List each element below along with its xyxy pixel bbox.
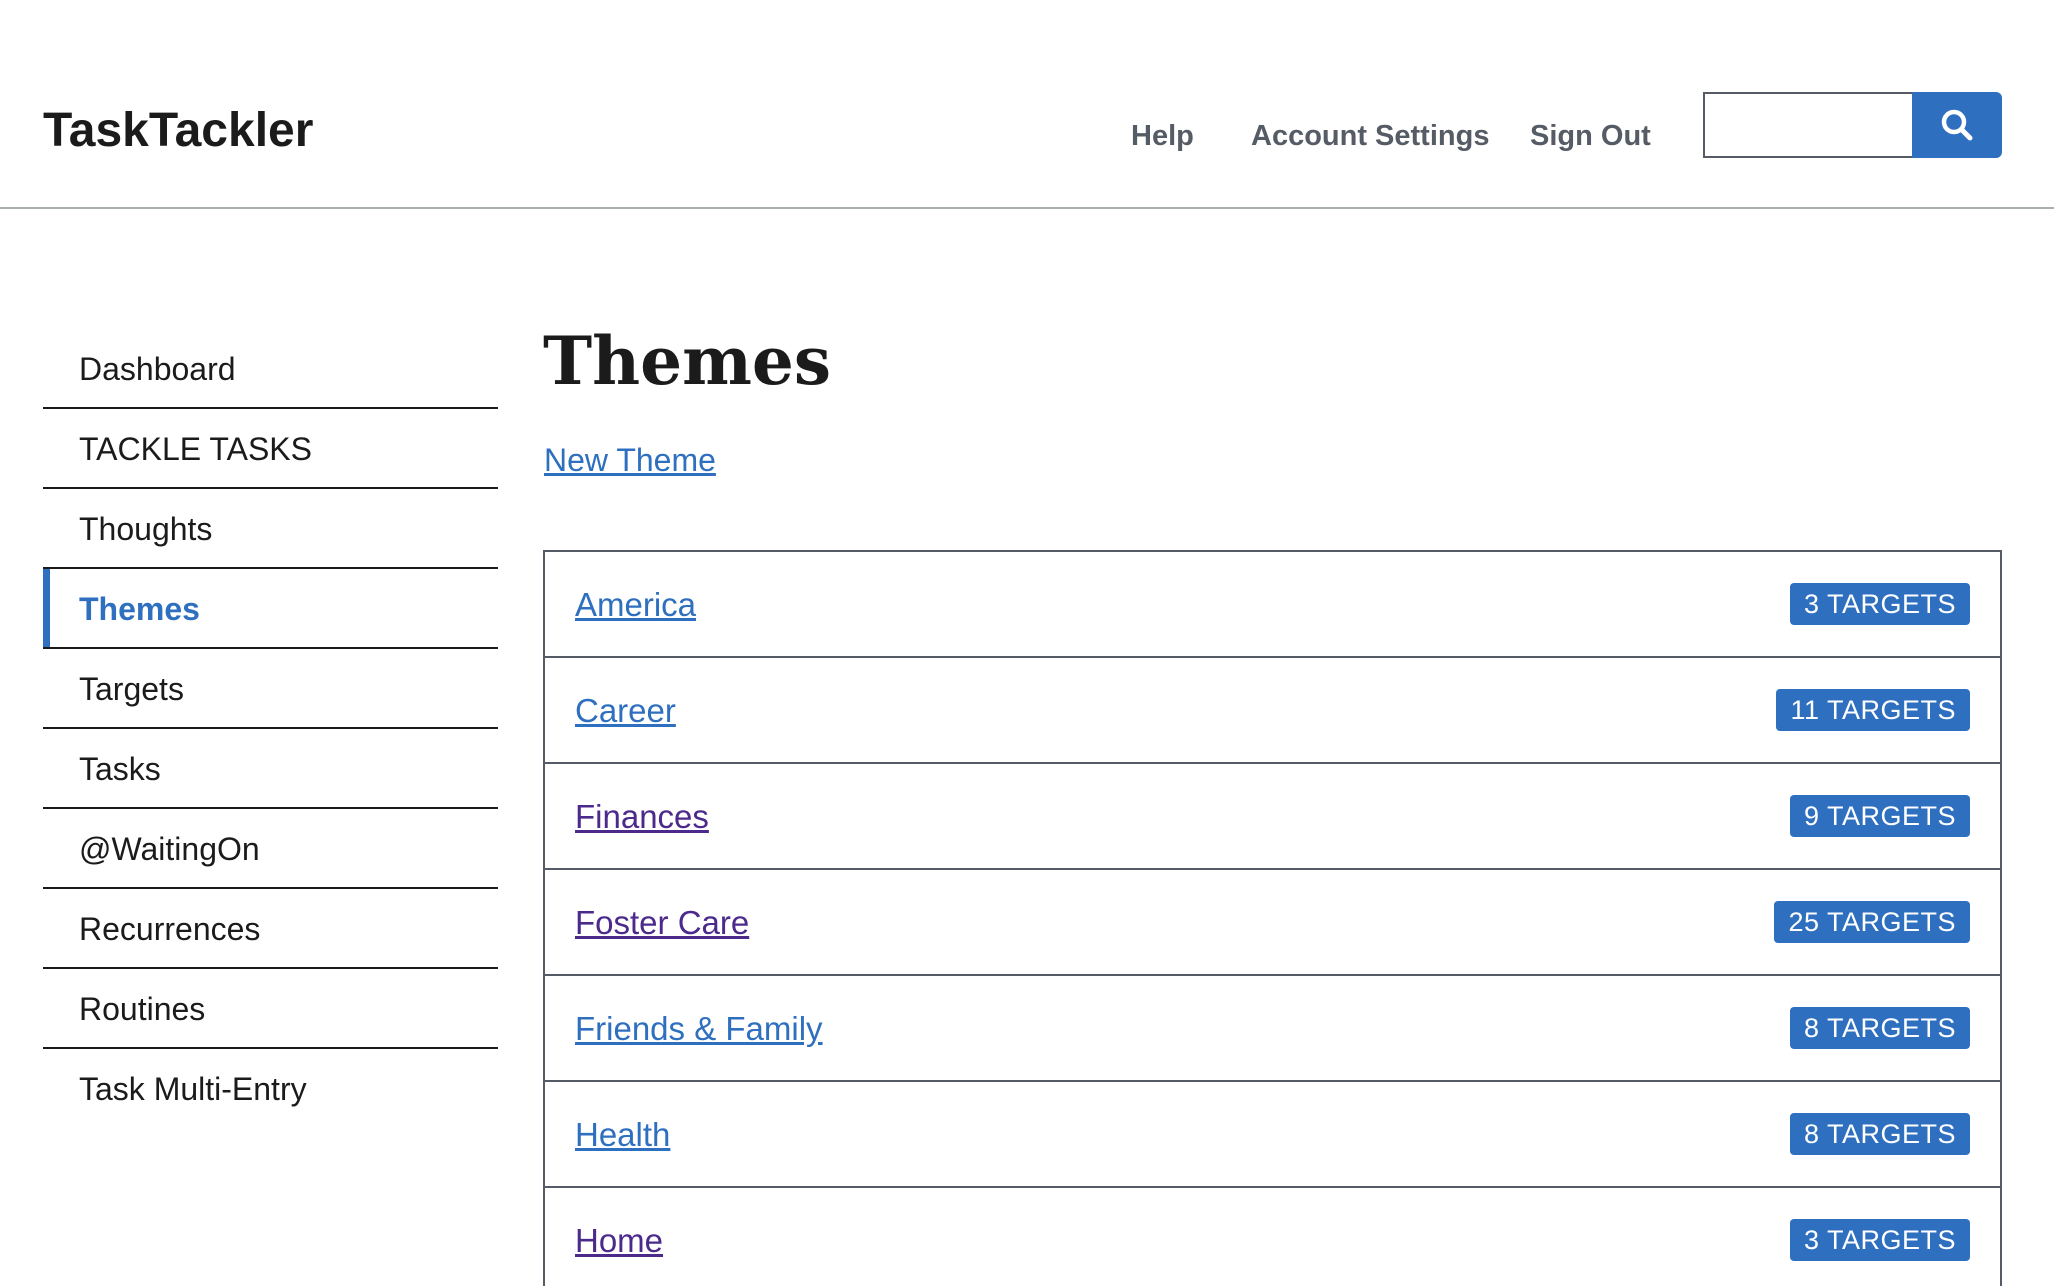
site-logo[interactable]: TaskTackler <box>43 103 313 158</box>
sidebar-item-targets[interactable]: Targets <box>43 649 498 729</box>
side-nav: Dashboard TACKLE TASKS Thoughts Themes T… <box>43 329 498 1129</box>
sidebar-item-task-multi-entry[interactable]: Task Multi-Entry <box>43 1049 498 1129</box>
sidebar-item-thoughts[interactable]: Thoughts <box>43 489 498 569</box>
account-settings-link[interactable]: Account Settings <box>1251 120 1489 153</box>
targets-badge: 25 TARGETS <box>1774 901 1970 943</box>
theme-link-home[interactable]: Home <box>575 1222 663 1260</box>
sidebar-item-dashboard[interactable]: Dashboard <box>43 329 498 409</box>
sidebar-item-routines[interactable]: Routines <box>43 969 498 1049</box>
sidebar-item-themes[interactable]: Themes <box>43 569 498 649</box>
list-item: Finances 9 TARGETS <box>545 764 2000 870</box>
search-icon <box>1941 109 1973 141</box>
theme-link-finances[interactable]: Finances <box>575 798 709 836</box>
targets-badge: 9 TARGETS <box>1789 795 1970 837</box>
theme-link-health[interactable]: Health <box>575 1116 670 1154</box>
theme-link-foster-care[interactable]: Foster Care <box>575 904 749 942</box>
theme-list: America 3 TARGETS Career 11 TARGETS Fina… <box>543 550 2002 1286</box>
targets-badge: 11 TARGETS <box>1776 689 1970 731</box>
list-item: Friends & Family 8 TARGETS <box>545 976 2000 1082</box>
sign-out-link[interactable]: Sign Out <box>1530 120 1651 153</box>
list-item: Career 11 TARGETS <box>545 658 2000 764</box>
theme-link-career[interactable]: Career <box>575 692 676 730</box>
site-header: TaskTackler Help Account Settings Sign O… <box>0 0 2054 209</box>
search-input[interactable] <box>1703 92 1913 158</box>
targets-badge: 8 TARGETS <box>1789 1113 1970 1155</box>
sidebar-item-recurrences[interactable]: Recurrences <box>43 889 498 969</box>
list-item: America 3 TARGETS <box>545 552 2000 658</box>
page-title: Themes <box>543 322 832 400</box>
list-item: Health 8 TARGETS <box>545 1082 2000 1188</box>
search-button[interactable] <box>1912 92 2002 158</box>
targets-badge: 8 TARGETS <box>1789 1007 1970 1049</box>
sidebar-item-waiting-on[interactable]: @WaitingOn <box>43 809 498 889</box>
sidebar-item-tasks[interactable]: Tasks <box>43 729 498 809</box>
list-item: Foster Care 25 TARGETS <box>545 870 2000 976</box>
list-item: Home 3 TARGETS <box>545 1188 2000 1286</box>
sidebar-item-tackle-tasks[interactable]: TACKLE TASKS <box>43 409 498 489</box>
help-link[interactable]: Help <box>1131 120 1194 153</box>
theme-link-friends-family[interactable]: Friends & Family <box>575 1010 823 1048</box>
theme-link-america[interactable]: America <box>575 586 696 624</box>
targets-badge: 3 TARGETS <box>1789 1219 1970 1261</box>
targets-badge: 3 TARGETS <box>1789 583 1970 625</box>
new-theme-link[interactable]: New Theme <box>544 442 716 479</box>
